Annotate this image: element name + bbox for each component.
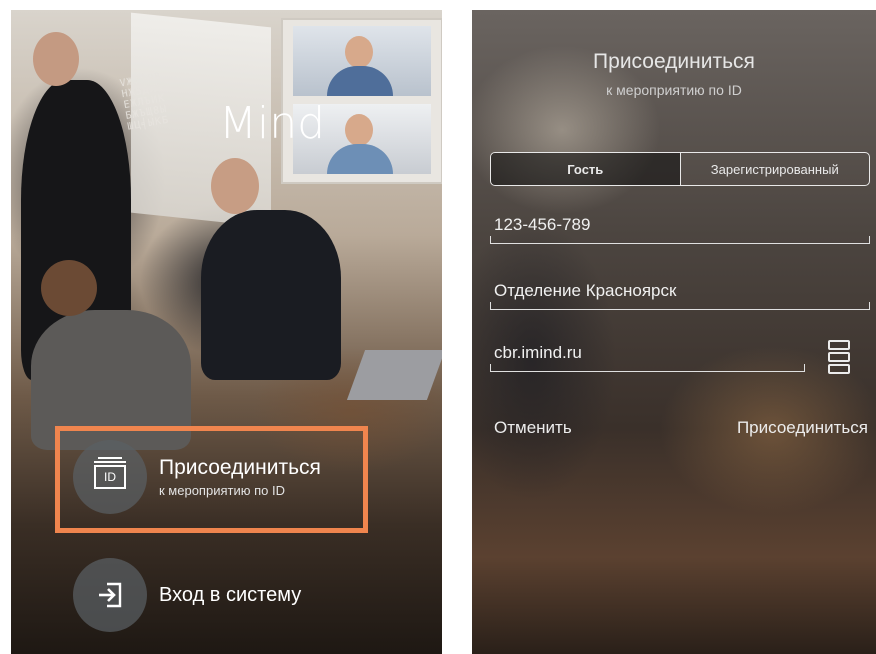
conference-id-field[interactable]: 123-456-789 <box>490 210 870 244</box>
display-name-field[interactable]: Отделение Красноярск <box>490 276 870 310</box>
cancel-button[interactable]: Отменить <box>494 418 572 438</box>
server-address-field[interactable]: cbr.imind.ru <box>490 338 805 372</box>
foreground-person-head <box>41 260 97 316</box>
login-action-text: Вход в систему <box>159 584 301 607</box>
welcome-screen: VЖZ╪ЯВ НЖ5ДЯЗ ЕЖЛЪИК БЖЪЩ8Ы ШЦ╡ЫКБ Mind … <box>11 10 442 654</box>
form-subtitle: к мероприятию по ID <box>606 82 742 98</box>
id-card-icon: ID <box>94 457 126 489</box>
login-icon-button[interactable] <box>73 558 147 632</box>
join-icon-button[interactable]: ID <box>73 440 147 514</box>
join-subtitle: к мероприятию по ID <box>159 483 285 498</box>
video-tile <box>293 26 431 96</box>
join-button[interactable]: Присоединиться <box>737 418 868 438</box>
join-title: Присоединиться <box>159 456 321 479</box>
presenter-head <box>33 32 79 86</box>
seated-person-head <box>211 158 259 214</box>
mind-logo-text: Mind <box>219 98 326 149</box>
seated-person <box>201 210 341 380</box>
sign-in-icon <box>99 582 122 608</box>
mind-logo-mark: VЖZ╪ЯВ НЖ5ДЯЗ ЕЖЛЪИК БЖЪЩ8Ы ШЦ╡ЫКБ <box>119 71 171 133</box>
join-by-id-button[interactable]: ID Присоединиться к мероприятию по ID <box>73 440 321 514</box>
join-action-text: Присоединиться к мероприятию по ID <box>159 456 321 498</box>
participant-shoulders <box>327 144 393 174</box>
login-title: Вход в систему <box>159 583 302 606</box>
participant-shoulders <box>327 66 393 96</box>
server-list-icon[interactable] <box>828 340 850 374</box>
participant-face <box>345 36 373 68</box>
tab-registered[interactable]: Зарегистрированный <box>679 153 870 185</box>
join-form-screen: Присоединиться к мероприятию по ID Гость… <box>472 10 876 654</box>
id-icon-label: ID <box>104 470 116 484</box>
user-type-tabs: Гость Зарегистрированный <box>490 152 870 186</box>
login-button[interactable]: Вход в систему <box>73 558 301 632</box>
laptop <box>346 350 442 400</box>
tab-guest[interactable]: Гость <box>491 153 680 185</box>
form-title: Присоединиться <box>593 50 755 73</box>
participant-face <box>345 114 373 146</box>
